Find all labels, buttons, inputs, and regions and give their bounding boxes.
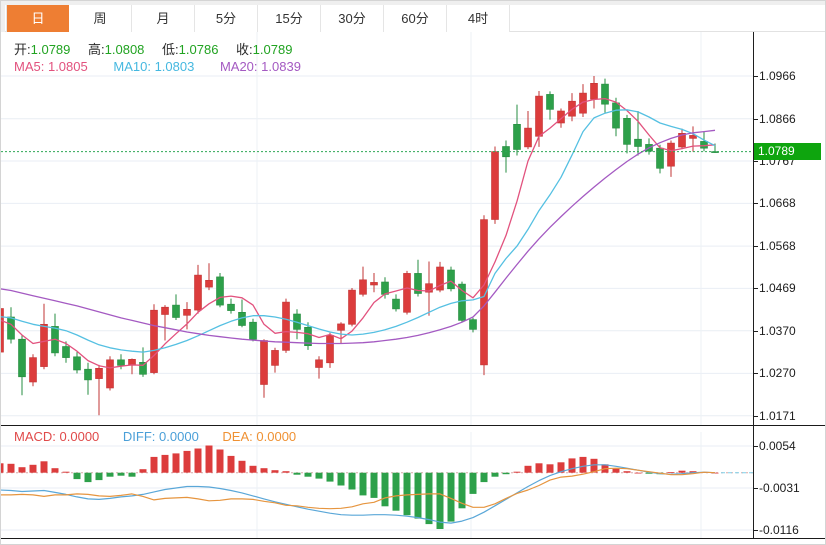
close-value: 1.0789 [253,42,293,57]
tab-5min[interactable]: 5分 [195,5,258,32]
macd-axis-label-tickmark [753,446,758,447]
period-tabbar: 日 周 月 5分 15分 30分 60分 4时 [1,1,825,32]
price-axis-label-tickmark [753,288,758,289]
macd-value-legend: MACD: 0.0000 [14,429,99,444]
price-axis-label-tickmark [753,246,758,247]
kline-chart-app: 日 周 月 5分 15分 30分 60分 4时 开:1.0789 高:1.080… [0,0,826,545]
macd-axis-label-tickmark [753,488,758,489]
open-label: 开: [14,42,31,57]
low-label: 低: [162,42,179,57]
tab-weekly[interactable]: 周 [69,5,132,32]
price-axis-label-tickmark [753,373,758,374]
current-price-badge: 1.0789 [754,143,821,160]
price-axis-label-tickmark [753,416,758,417]
tab-daily[interactable]: 日 [6,5,69,32]
macd-chart[interactable] [1,432,753,538]
macd-axis-label: -0.0031 [759,481,800,495]
macd-legend: MACD: 0.0000 DIFF: 0.0000 DEA: 0.0000 [14,429,296,444]
price-axis-label: 1.0270 [759,366,796,380]
price-axis-label: 1.0171 [759,409,796,423]
macd-axis-label: -0.0116 [759,523,799,537]
ma10-legend: MA10: 1.0803 [113,59,194,74]
macd-axis-label: 0.0054 [759,439,796,453]
diff-value-legend: DIFF: 0.0000 [123,429,199,444]
price-axis-label: 1.0866 [759,112,796,126]
ma-legend: MA5: 1.0805 MA10: 1.0803 MA20: 1.0839 [14,59,301,74]
macd-pane-bottom-axis [1,538,825,539]
price-chart[interactable] [1,32,753,425]
close-label: 收: [236,42,253,57]
tab-15min[interactable]: 15分 [258,5,321,32]
price-axis-line [753,32,754,538]
price-axis-label-tickmark [753,203,758,204]
high-value: 1.0808 [105,42,145,57]
price-pane-bottom-axis [1,425,825,426]
tab-4hour[interactable]: 4时 [447,5,510,32]
price-axis-label: 1.0966 [759,69,796,83]
macd-axis-label-tickmark [753,530,758,531]
tab-60min[interactable]: 60分 [384,5,447,32]
open-value: 1.0789 [31,42,71,57]
price-axis-label: 1.0370 [759,324,796,338]
price-axis-label-tickmark [753,119,758,120]
price-axis-label-tickmark [753,331,758,332]
dea-value-legend: DEA: 0.0000 [222,429,296,444]
ma5-legend: MA5: 1.0805 [14,59,88,74]
price-axis-label: 1.0568 [759,239,796,253]
ma20-legend: MA20: 1.0839 [220,59,301,74]
price-axis-label-tickmark [753,161,758,162]
tab-monthly[interactable]: 月 [132,5,195,32]
tab-30min[interactable]: 30分 [321,5,384,32]
low-value: 1.0786 [179,42,219,57]
price-axis-label: 1.0469 [759,281,796,295]
ohlc-legend: 开:1.0789 高:1.0808 低:1.0786 收:1.0789 [14,39,306,58]
tabbar-left-strip [1,1,5,32]
high-label: 高: [88,42,105,57]
price-axis-label: 1.0668 [759,196,796,210]
price-axis-label-tickmark [753,76,758,77]
